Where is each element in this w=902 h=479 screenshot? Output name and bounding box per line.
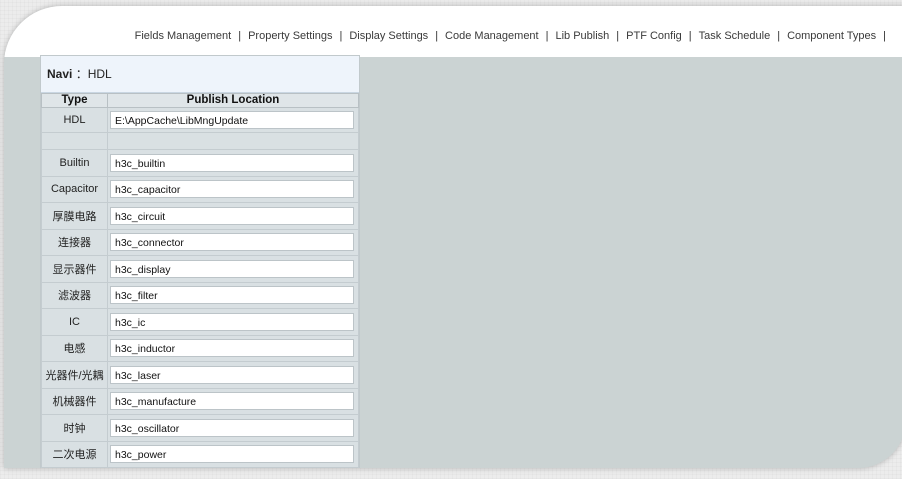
location-cell: h3c_oscillator <box>107 414 359 442</box>
nav-link-1[interactable]: Property Settings <box>248 30 332 42</box>
location-cell: h3c_power <box>107 440 359 468</box>
publish-location-field[interactable]: h3c_manufacture <box>110 392 354 411</box>
nav-link-6[interactable]: Task Schedule <box>699 30 771 42</box>
location-cell: E:\AppCache\LibMngUpdate <box>107 107 359 133</box>
table-row: 连接器 h3c_connector <box>41 228 359 256</box>
app-frame: Fields Management | Property Settings | Disp… <box>4 6 902 468</box>
column-header-publish-location: Publish Location <box>107 93 359 108</box>
navi-label: Navi <box>47 67 73 81</box>
location-cell: h3c_capacitor <box>107 175 359 203</box>
navi-separator: ： <box>75 67 88 81</box>
nav-separator: | <box>883 30 886 42</box>
type-cell: IC <box>41 308 108 336</box>
spacer-row <box>41 132 359 150</box>
table-row: 滤波器 h3c_filter <box>41 281 359 309</box>
top-bar: Fields Management | Property Settings | Disp… <box>4 6 902 57</box>
type-cell: 显示器件 <box>41 255 108 283</box>
column-header-type: Type <box>41 93 108 108</box>
table-row: IC h3c_ic <box>41 308 359 336</box>
publish-location-field[interactable]: h3c_laser <box>110 365 354 384</box>
publish-location-field[interactable]: h3c_oscillator <box>110 418 354 437</box>
table-row: 光器件/光耦 h3c_laser <box>41 361 359 389</box>
location-cell: h3c_laser <box>107 361 359 389</box>
table-row: 机械器件 h3c_manufacture <box>41 387 359 415</box>
table-row: 时钟 h3c_oscillator <box>41 414 359 442</box>
navi-header: Navi ：HDL <box>41 56 359 93</box>
nav-link-0[interactable]: Fields Management <box>135 30 232 42</box>
type-cell: 连接器 <box>41 228 108 256</box>
table-row: 二次电源 h3c_power <box>41 440 359 468</box>
location-cell: h3c_filter <box>107 281 359 309</box>
table-row: 厚膜电路 h3c_circuit <box>41 202 359 230</box>
type-cell: 时钟 <box>41 414 108 442</box>
nav-link-2[interactable]: Display Settings <box>349 30 428 42</box>
nav-separator: | <box>339 30 343 42</box>
table-header-row: Type Publish Location <box>41 93 359 108</box>
publish-location-field[interactable]: h3c_capacitor <box>110 180 354 199</box>
nav-separator: | <box>688 30 692 42</box>
type-cell: 光器件/光耦 <box>41 361 108 389</box>
nav-link-5[interactable]: PTF Config <box>626 30 682 42</box>
publish-location-field[interactable]: h3c_ic <box>110 312 354 331</box>
type-cell: Capacitor <box>41 175 108 203</box>
location-cell: h3c_builtin <box>107 149 359 177</box>
nav-link-3[interactable]: Code Management <box>445 30 539 42</box>
location-cell: h3c_manufacture <box>107 387 359 415</box>
type-cell: 机械器件 <box>41 387 108 415</box>
nav-separator: | <box>435 30 439 42</box>
nav-separator: | <box>545 30 549 42</box>
table-row: 保护h3c_protection <box>41 467 359 468</box>
table-row-hdl: HDL E:\AppCache\LibMngUpdate <box>41 107 359 133</box>
publish-location-field[interactable]: h3c_connector <box>110 233 354 252</box>
publish-location-field[interactable]: h3c_builtin <box>110 153 354 172</box>
publish-location-field[interactable]: h3c_inductor <box>110 339 354 358</box>
nav-separator: | <box>238 30 242 42</box>
spacer-cell <box>41 132 108 150</box>
location-cell: h3c_inductor <box>107 334 359 362</box>
type-cell: 滤波器 <box>41 281 108 309</box>
nav-link-4[interactable]: Lib Publish <box>555 30 609 42</box>
type-cell: Builtin <box>41 149 108 177</box>
publish-location-field[interactable]: h3c_power <box>110 445 354 464</box>
table-row: Capacitor h3c_capacitor <box>41 175 359 203</box>
type-cell: 电感 <box>41 334 108 362</box>
location-cell: h3c_connector <box>107 228 359 256</box>
publish-location-field[interactable]: h3c_circuit <box>110 206 354 225</box>
location-cell: h3c_protection <box>107 467 359 468</box>
top-navigation: Fields Management | Property Settings | Disp… <box>135 30 886 42</box>
nav-link-7[interactable]: Component Types <box>787 30 876 42</box>
location-cell: h3c_ic <box>107 308 359 336</box>
type-cell: 保护 <box>41 467 108 468</box>
spacer-cell <box>107 132 359 150</box>
table-row: 显示器件 h3c_display <box>41 255 359 283</box>
type-cell: 厚膜电路 <box>41 202 108 230</box>
publish-location-table: Type Publish Location HDL E:\AppCache\Li… <box>41 93 359 468</box>
nav-separator: | <box>777 30 781 42</box>
location-cell: h3c_circuit <box>107 202 359 230</box>
navigation-panel: Navi ：HDL Type Publish Location HDL E:\A… <box>40 55 360 468</box>
publish-location-field[interactable]: h3c_filter <box>110 286 354 305</box>
type-cell: HDL <box>41 107 108 133</box>
table-row: 电感 h3c_inductor <box>41 334 359 362</box>
publish-location-field[interactable]: h3c_display <box>110 259 354 278</box>
nav-separator: | <box>616 30 620 42</box>
type-cell: 二次电源 <box>41 440 108 468</box>
location-cell: h3c_display <box>107 255 359 283</box>
publish-location-field[interactable]: E:\AppCache\LibMngUpdate <box>110 111 354 129</box>
table-row: Builtin h3c_builtin <box>41 149 359 177</box>
navi-value: HDL <box>87 67 112 81</box>
